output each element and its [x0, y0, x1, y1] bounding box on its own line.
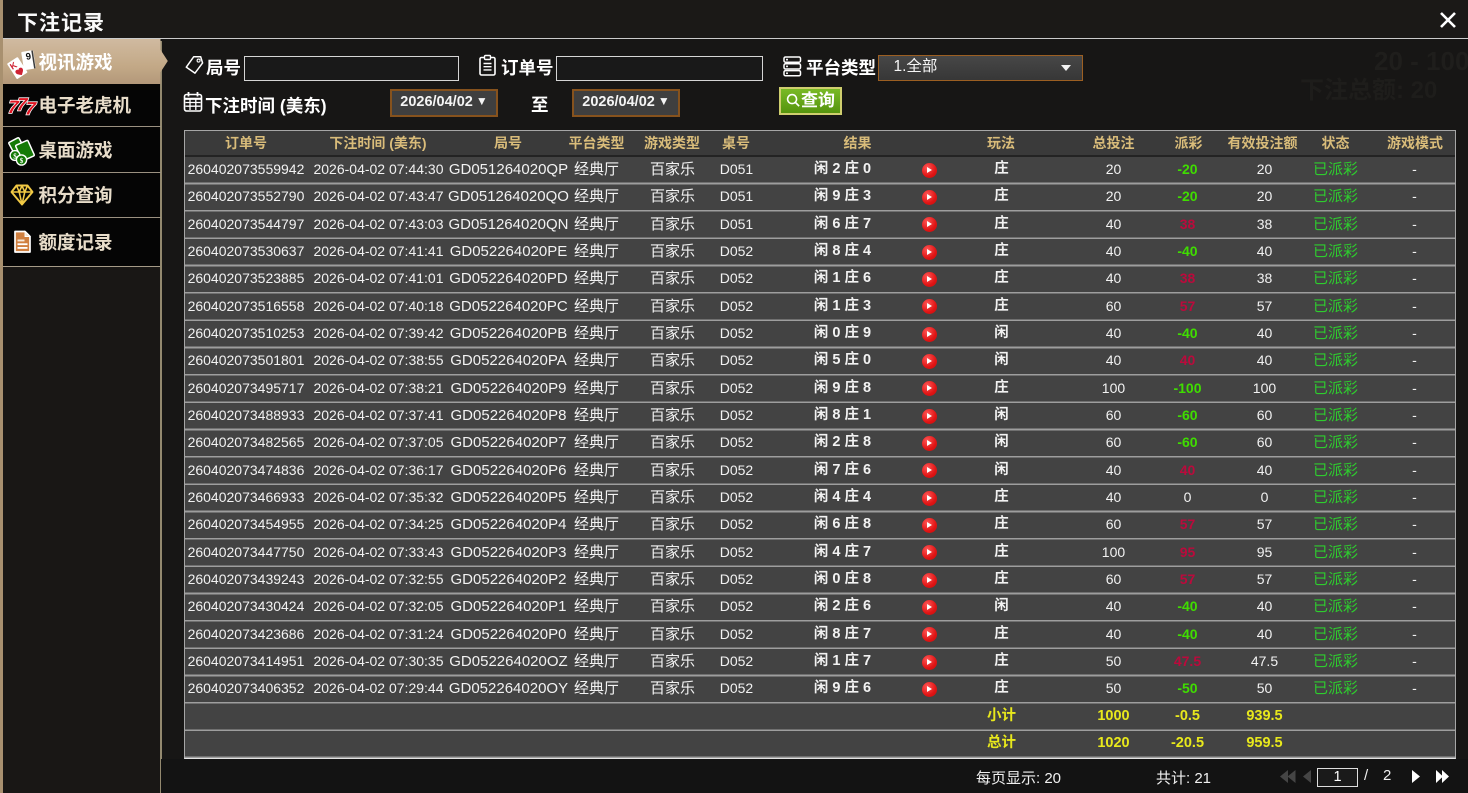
svg-text:$: $: [20, 156, 24, 166]
svg-text:7: 7: [25, 99, 38, 119]
